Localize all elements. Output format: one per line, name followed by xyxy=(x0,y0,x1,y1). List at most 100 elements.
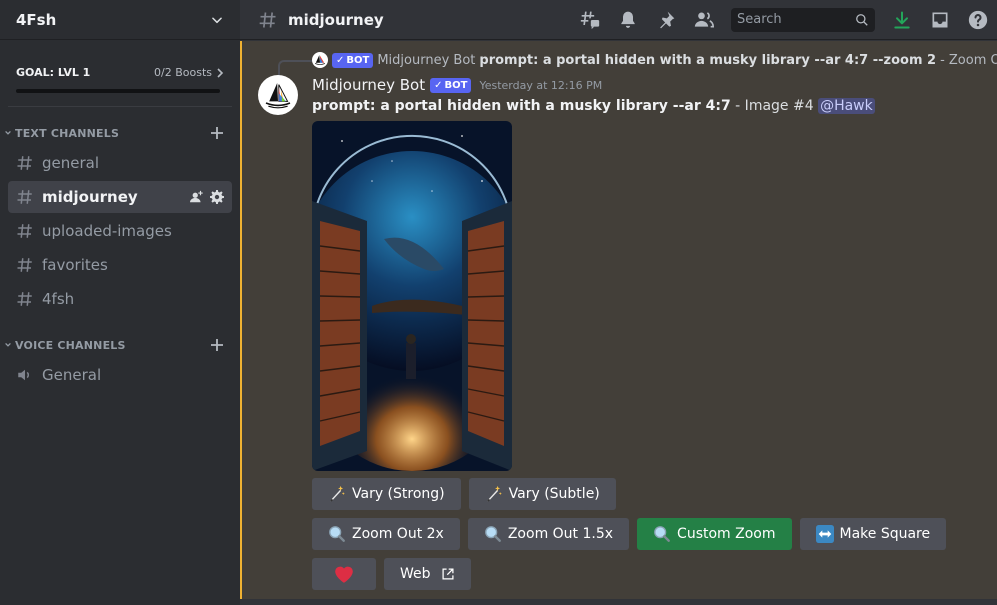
reply-suffix: - Zoom Ou xyxy=(940,52,997,68)
hash-icon xyxy=(17,292,32,306)
search-icon xyxy=(856,13,868,26)
magic-wand-icon xyxy=(328,485,346,503)
sailboat-logo-icon xyxy=(314,55,326,65)
download-icon[interactable] xyxy=(891,9,913,31)
magic-wand-icon xyxy=(485,485,503,503)
voice-channel-general[interactable]: General xyxy=(8,359,232,391)
left-right-arrow-icon xyxy=(815,525,834,543)
channel-label: General xyxy=(42,366,102,384)
favorite-button[interactable] xyxy=(312,558,376,590)
mini-avatar xyxy=(312,52,328,68)
message-prompt: prompt: a portal hidden with a musky lib… xyxy=(312,98,731,114)
web-button[interactable]: Web xyxy=(384,558,471,590)
invite-member-icon[interactable] xyxy=(190,190,204,204)
magnifier-icon xyxy=(484,525,502,543)
bot-tag: ✓ BOT xyxy=(332,52,374,68)
channel-title: midjourney xyxy=(288,10,384,29)
button-row-zoom: Zoom Out 2x Zoom Out 1.5x Custom Zoom Make … xyxy=(312,518,947,550)
verified-check-icon: ✓ xyxy=(434,79,443,91)
boost-goal-label: GOAL: LVL 1 xyxy=(16,66,91,79)
channel-label: general xyxy=(42,154,100,172)
magnifier-icon xyxy=(653,525,671,543)
bot-tag-label: BOT xyxy=(444,79,468,91)
author-avatar[interactable] xyxy=(258,75,298,115)
hash-icon xyxy=(259,11,276,28)
button-row-vary: Vary (Strong) Vary (Subtle) xyxy=(312,478,616,510)
custom-zoom-button[interactable]: Custom Zoom xyxy=(637,518,792,550)
boost-progress-bar xyxy=(16,89,220,93)
channel-sidebar: 4Fsh GOAL: LVL 1 0/2 Boosts TEXT CHANNEL… xyxy=(0,0,240,605)
message-suffix: - Image #4 xyxy=(730,98,819,114)
channel-favorites[interactable]: favorites xyxy=(8,249,232,281)
zoom-out-2x-button[interactable]: Zoom Out 2x xyxy=(312,518,460,550)
members-icon[interactable] xyxy=(693,9,715,31)
reply-spine xyxy=(278,60,312,76)
category-label: VOICE CHANNELS xyxy=(15,338,126,352)
chevron-down-icon xyxy=(212,16,222,23)
hash-icon xyxy=(17,190,32,204)
vary-strong-button[interactable]: Vary (Strong) xyxy=(312,478,461,510)
threads-icon[interactable] xyxy=(579,9,601,31)
server-name: 4Fsh xyxy=(16,10,57,29)
footer-strip xyxy=(240,599,997,605)
hash-icon xyxy=(17,258,32,272)
hash-icon xyxy=(17,224,32,238)
reply-prompt: prompt: a portal hidden with a musky lib… xyxy=(479,52,937,68)
search-input[interactable]: Search xyxy=(731,7,875,32)
boost-count: 0/2 Boosts xyxy=(154,66,224,79)
sailboat-logo-icon xyxy=(265,83,291,109)
channel-label: midjourney xyxy=(42,188,138,206)
channel-midjourney[interactable]: midjourney xyxy=(8,181,232,213)
chevron-down-icon xyxy=(5,342,11,347)
hash-icon xyxy=(17,156,32,170)
external-link-icon xyxy=(441,567,455,581)
message-author[interactable]: Midjourney Bot xyxy=(312,76,425,94)
user-mention[interactable]: @Hawk xyxy=(818,98,875,114)
button-row-extra: Web xyxy=(312,558,471,590)
channel-label: 4fsh xyxy=(42,290,75,308)
category-voice-channels[interactable]: VOICE CHANNELS xyxy=(0,333,240,357)
button-label: Web xyxy=(400,566,431,582)
generated-image[interactable] xyxy=(312,121,512,471)
channel-label: uploaded-images xyxy=(42,222,172,240)
reply-reference[interactable]: ✓ BOT Midjourney Bot prompt: a portal hid… xyxy=(312,52,997,68)
boost-count-label: 0/2 Boosts xyxy=(154,66,212,79)
pin-icon[interactable] xyxy=(655,9,677,31)
inbox-icon[interactable] xyxy=(929,9,951,31)
button-label: Vary (Subtle) xyxy=(508,486,600,502)
message-header: Midjourney Bot ✓ BOT Yesterday at 12:16 P… xyxy=(312,76,602,94)
message-timestamp: Yesterday at 12:16 PM xyxy=(479,78,603,92)
heart-icon xyxy=(333,563,355,585)
plus-icon[interactable] xyxy=(210,126,224,140)
boost-goal[interactable]: GOAL: LVL 1 0/2 Boosts xyxy=(0,40,240,93)
speaker-icon xyxy=(18,369,30,381)
server-header[interactable]: 4Fsh xyxy=(0,0,240,40)
category-text-channels[interactable]: TEXT CHANNELS xyxy=(0,121,240,145)
magnifier-icon xyxy=(328,525,346,543)
make-square-button[interactable]: Make Square xyxy=(799,518,947,550)
channel-4fsh[interactable]: 4fsh xyxy=(8,283,232,315)
button-label: Custom Zoom xyxy=(677,526,776,542)
help-icon[interactable] xyxy=(967,9,989,31)
channel-uploaded-images[interactable]: uploaded-images xyxy=(8,215,232,247)
channel-label: favorites xyxy=(42,256,108,274)
message-highlighted: ✓ BOT Midjourney Bot prompt: a portal hid… xyxy=(240,41,997,599)
category-label: TEXT CHANNELS xyxy=(15,126,120,140)
vary-subtle-button[interactable]: Vary (Subtle) xyxy=(468,478,616,510)
search-placeholder: Search xyxy=(737,12,782,27)
button-label: Zoom Out 2x xyxy=(352,526,444,542)
button-label: Make Square xyxy=(839,526,931,542)
generated-image-art xyxy=(312,121,512,471)
message-text: prompt: a portal hidden with a musky lib… xyxy=(312,98,875,114)
bot-tag-label: BOT xyxy=(346,54,370,66)
channel-general[interactable]: general xyxy=(8,147,232,179)
zoom-out-1-5x-button[interactable]: Zoom Out 1.5x xyxy=(467,518,630,550)
plus-icon[interactable] xyxy=(210,338,224,352)
reply-author[interactable]: Midjourney Bot xyxy=(377,53,475,68)
verified-check-icon: ✓ xyxy=(336,54,345,66)
bell-icon[interactable] xyxy=(617,9,639,31)
channel-topbar: midjourney Search xyxy=(240,0,997,40)
gear-icon[interactable] xyxy=(210,190,224,204)
chevron-down-icon xyxy=(5,130,11,135)
bot-tag: ✓ BOT xyxy=(430,77,472,93)
